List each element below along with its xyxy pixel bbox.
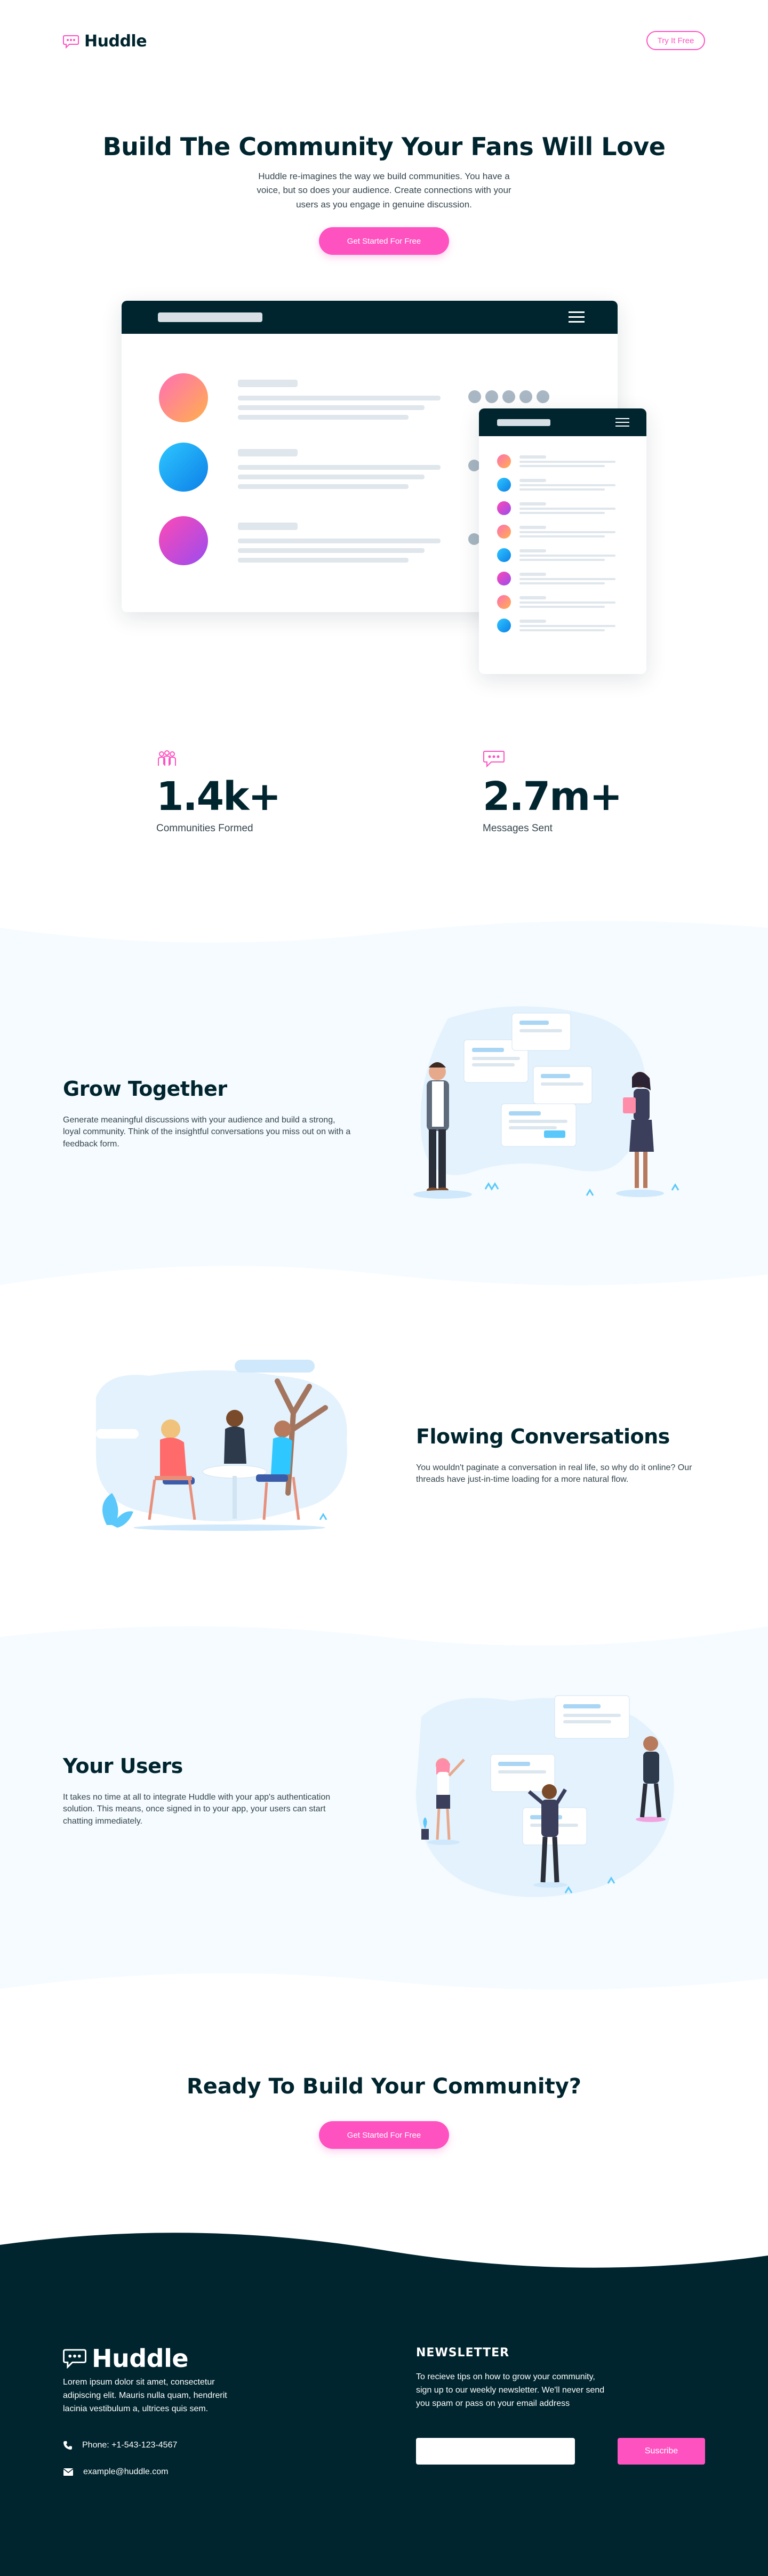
avatar (497, 548, 511, 562)
hamburger-icon (569, 311, 585, 323)
phone-icon (63, 2441, 72, 2450)
feature-text: Generate meaningful discussions with you… (63, 1116, 351, 1149)
avatar (497, 525, 511, 539)
placeholder-line (519, 461, 615, 463)
mobile-mockup (479, 408, 646, 674)
placeholder-line (519, 596, 546, 599)
footer-phone: Phone: +1-543-123-4567 (63, 2439, 177, 2452)
cta-title: Ready To Build Your Community? (186, 2074, 582, 2099)
feature-text: It takes no time at all to integrate Hud… (63, 1793, 331, 1826)
newsletter-email-input[interactable] (416, 2438, 575, 2465)
feature-title: Flowing Conversations (416, 1425, 670, 1448)
subscribe-button[interactable]: Suscribe (618, 2438, 705, 2465)
avatar (159, 516, 208, 565)
placeholder-line (519, 535, 605, 537)
hamburger-icon (615, 418, 629, 428)
avatar (497, 572, 511, 585)
newsletter-title: NEWSLETTER (416, 2346, 510, 2360)
flowing-conversations-illustration (96, 1360, 347, 1531)
try-it-free-button[interactable]: Try It Free (646, 31, 705, 50)
your-users-illustration (416, 1695, 674, 1897)
placeholder-line (519, 502, 546, 505)
logo-text: Huddle (84, 32, 147, 51)
newsletter-text: To recieve tips on how to grow your comm… (416, 2372, 605, 2408)
logo[interactable]: Huddle (63, 32, 147, 51)
stat-messages: 2.7m+ Messages Sent (483, 750, 622, 834)
chat-bubble-icon (63, 2349, 86, 2369)
avatar (497, 501, 511, 515)
placeholder-line (519, 620, 546, 623)
placeholder-line (519, 512, 605, 514)
placeholder-line (519, 531, 615, 533)
placeholder-line (519, 582, 605, 584)
feature-title: Grow Together (63, 1077, 227, 1101)
placeholder-line (519, 508, 615, 510)
chat-bubble-icon (63, 35, 79, 49)
avatar (497, 478, 511, 492)
stat-communities: 1.4k+ Communities Formed (156, 750, 281, 834)
placeholder-line (519, 606, 605, 608)
hero-title: Build The Community Your Fans Will Love (102, 132, 666, 161)
messages-icon (483, 751, 505, 768)
placeholder-line (519, 625, 615, 627)
phone-text: Phone: +1-543-123-4567 (82, 2441, 178, 2450)
placeholder-line (519, 601, 615, 604)
placeholder-line (519, 484, 615, 486)
avatar (497, 595, 511, 609)
feature-title: Your Users (63, 1754, 183, 1778)
communities-icon (158, 750, 176, 766)
placeholder-line (519, 573, 546, 576)
cta-get-started-button[interactable]: Get Started For Free (319, 2121, 449, 2149)
placeholder-line (519, 455, 546, 459)
email-icon (63, 2468, 74, 2476)
avatar (159, 373, 208, 422)
footer-logo-text: Huddle (92, 2344, 189, 2373)
placeholder-line (519, 549, 546, 552)
placeholder-line (519, 578, 615, 580)
placeholder-line (519, 479, 546, 482)
placeholder-line (519, 555, 615, 557)
footer-logo: Huddle (63, 2344, 189, 2373)
placeholder-line (519, 488, 605, 491)
placeholder-line (519, 526, 546, 529)
hero-subtitle: Huddle re-imagines the way we build comm… (257, 171, 511, 210)
footer-email: example@huddle.com (63, 2466, 168, 2479)
feature-text: You wouldn't paginate a conversation in … (416, 1463, 692, 1484)
stat-value: 2.7m+ (483, 774, 622, 820)
stat-label: Messages Sent (483, 823, 553, 834)
grow-together-illustration (413, 1006, 679, 1199)
avatar (159, 443, 208, 492)
placeholder-line (519, 465, 605, 467)
mockup-navbar (122, 301, 618, 334)
stat-value: 1.4k+ (156, 774, 281, 820)
email-text[interactable]: example@huddle.com (83, 2466, 168, 2479)
stat-label: Communities Formed (156, 823, 253, 834)
placeholder-line (519, 559, 605, 561)
avatar (497, 619, 511, 632)
placeholder-line (519, 629, 605, 631)
footer-description: Lorem ipsum dolor sit amet, consectetur … (63, 2378, 227, 2413)
avatar (497, 454, 511, 468)
hero-get-started-button[interactable]: Get Started For Free (319, 227, 449, 255)
